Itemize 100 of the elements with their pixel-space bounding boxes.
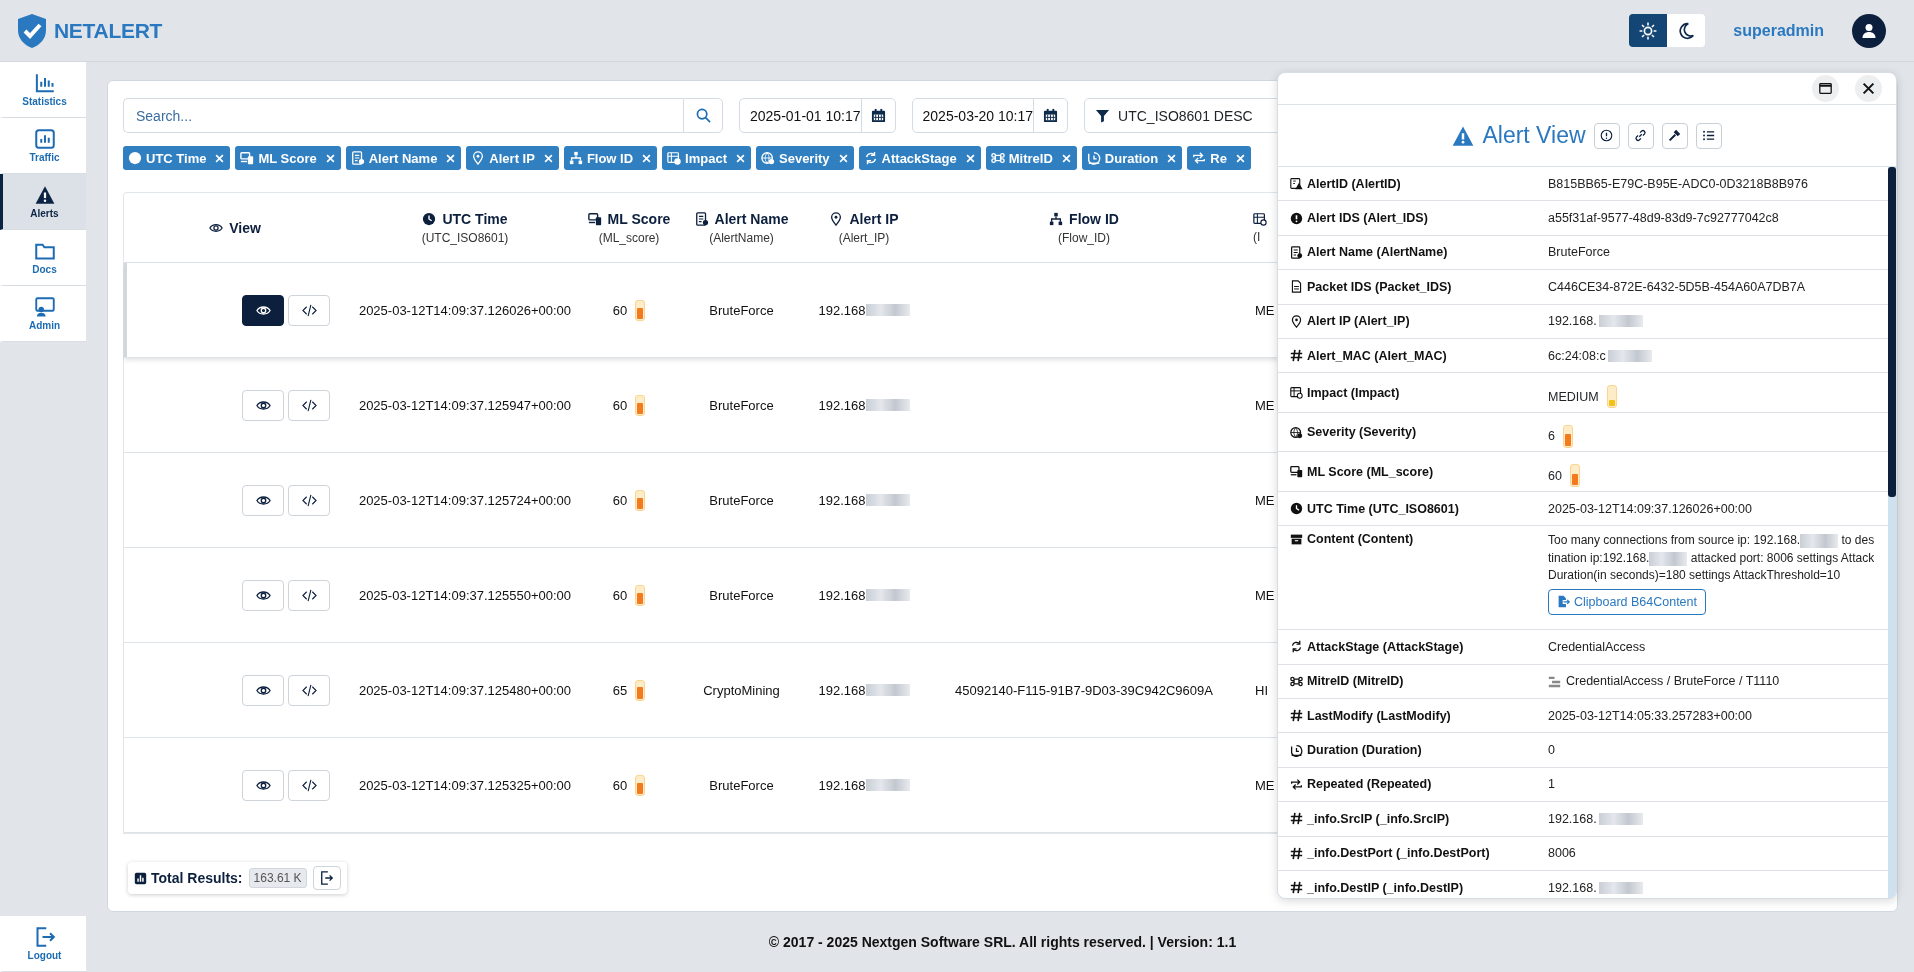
logout-button[interactable]: Logout xyxy=(0,916,86,972)
sidebar-item[interactable]: Traffic xyxy=(0,118,86,174)
code-button[interactable] xyxy=(288,579,330,611)
code-button[interactable] xyxy=(288,484,330,516)
code-button[interactable] xyxy=(288,769,330,801)
code-icon xyxy=(301,682,317,698)
column-field-name: (AlertName) xyxy=(709,230,774,245)
sidebar-item[interactable]: Admin xyxy=(0,286,86,342)
close-button[interactable] xyxy=(1855,75,1882,102)
info-icon xyxy=(1600,129,1614,142)
field-label: _info.SrcIP (_info.SrcIP) xyxy=(1307,811,1450,826)
sidebar-label: Admin xyxy=(28,319,61,331)
hammer-button[interactable] xyxy=(1661,122,1688,149)
table-cell-text: 45092140-F115-91B7-9D03-39C942C9609A xyxy=(954,682,1214,698)
remove-icon xyxy=(543,153,553,163)
timer-icon xyxy=(1086,151,1101,165)
table-icon xyxy=(1290,386,1303,400)
exclamation-icon xyxy=(1290,211,1303,225)
table-cell: 192.168 xyxy=(818,302,866,318)
column-field-name: (I xyxy=(1253,229,1261,244)
field-value: C446CE34-872E-6432-5D5B-454A60A7DB7A xyxy=(1548,279,1806,294)
cycle-icon xyxy=(1290,640,1303,654)
link-button[interactable] xyxy=(1627,122,1654,149)
sidebar-item[interactable]: Docs xyxy=(0,230,86,286)
table-cell: 60 xyxy=(612,492,628,508)
code-button[interactable] xyxy=(288,674,330,706)
table-cell-text: BruteForce xyxy=(708,492,775,508)
column-chip[interactable]: UTC Time xyxy=(123,146,231,170)
table-cell-text: 2025-03-12T14:09:37.125480+00:00 xyxy=(357,682,573,698)
table-icon xyxy=(1253,211,1267,226)
sidebar-label: Alerts xyxy=(30,207,59,219)
column-chip[interactable]: AttackStage xyxy=(858,146,981,170)
table-cell-text: CryptoMining xyxy=(702,682,781,698)
column-chip[interactable]: Alert Name xyxy=(345,146,462,170)
code-icon xyxy=(301,777,317,793)
user-avatar[interactable] xyxy=(1852,13,1886,48)
table-cell: 192.168 xyxy=(818,492,866,508)
map-pin-icon xyxy=(829,211,844,226)
sun-icon xyxy=(1639,21,1658,40)
field-label: Repeated (Repeated) xyxy=(1307,777,1432,792)
table-cell-text: 2025-03-12T14:09:37.125947+00:00 xyxy=(357,397,573,413)
light-theme-button[interactable] xyxy=(1629,14,1668,47)
field-value: 192.168. xyxy=(1548,811,1597,826)
close-icon xyxy=(1862,82,1875,95)
steps-icon xyxy=(1548,674,1561,688)
scrollbar[interactable] xyxy=(1888,167,1896,898)
window-icon xyxy=(1819,82,1832,95)
maximize-button[interactable] xyxy=(1812,75,1839,102)
sidebar-item[interactable]: Alerts xyxy=(0,174,86,230)
search-icon xyxy=(695,108,711,123)
globe-icon xyxy=(761,151,775,165)
column-chip[interactable]: Severity xyxy=(756,146,854,170)
table-cell: 60 xyxy=(612,397,628,413)
column-header: ML Score xyxy=(587,210,671,227)
code-button[interactable] xyxy=(288,389,330,421)
repeat-icon xyxy=(1192,151,1207,165)
document-icon xyxy=(1290,245,1303,259)
view-button[interactable] xyxy=(242,294,284,326)
field-value: 8006 xyxy=(1548,846,1576,861)
table-cell-text: 2025-03-12T14:09:37.125724+00:00 xyxy=(357,492,573,508)
column-header: UTC Time xyxy=(422,210,508,227)
table-cell-text: 2025-03-12T14:09:37.126026+00:00 xyxy=(357,302,573,318)
field-value: BruteForce xyxy=(1548,245,1610,260)
dark-theme-button[interactable] xyxy=(1667,14,1706,47)
column-chip[interactable]: ML Score xyxy=(235,146,341,170)
search-button[interactable] xyxy=(683,98,723,133)
remove-icon xyxy=(1167,153,1177,163)
field-value: 192.168. xyxy=(1548,880,1597,895)
field-value: B815BB65-E79C-B95E-ADC0-0D3218B8B976 xyxy=(1548,176,1808,191)
code-button[interactable] xyxy=(288,294,330,326)
search-field[interactable]: Search... xyxy=(123,98,683,133)
remove-icon xyxy=(736,153,745,163)
username-link[interactable]: superadmin xyxy=(1733,21,1824,40)
sidebar-item[interactable]: Statistics xyxy=(0,62,86,118)
code-icon xyxy=(301,492,317,508)
moon-icon xyxy=(1677,21,1696,40)
column-chip[interactable]: Re xyxy=(1187,146,1251,170)
chart-icon xyxy=(134,871,147,885)
column-field-name: (ML_score) xyxy=(598,230,660,245)
column-chip[interactable]: MitreID xyxy=(985,146,1077,170)
table-cell-text: BruteForce xyxy=(708,302,775,318)
table-cell: 192.168 xyxy=(818,777,866,793)
field-label: Severity (Severity) xyxy=(1307,425,1417,440)
list-button[interactable] xyxy=(1695,122,1722,149)
remove-icon xyxy=(1061,153,1071,163)
column-chip[interactable]: Impact xyxy=(662,146,751,170)
table-cell-text: 2025-03-12T14:09:37.125550+00:00 xyxy=(357,587,573,603)
table-cell-text: BruteForce xyxy=(708,587,775,603)
field-value: a55f31af-9577-48d9-83d9-7c92777042c8 xyxy=(1548,211,1779,226)
column-chip[interactable]: Flow ID xyxy=(563,146,658,170)
export-button[interactable] xyxy=(312,866,341,890)
map-pin-icon xyxy=(1290,314,1303,328)
hash-icon xyxy=(1290,349,1303,363)
hash-icon xyxy=(1290,812,1303,826)
column-chip[interactable]: Alert IP xyxy=(466,146,559,170)
clipboard-button[interactable]: Clipboard B64Content xyxy=(1548,588,1706,615)
column-chip[interactable]: Duration xyxy=(1081,146,1183,170)
field-label: Alert_MAC (Alert_MAC) xyxy=(1307,348,1447,363)
table-cell: 192.168 xyxy=(818,397,866,413)
info-button[interactable] xyxy=(1593,122,1620,149)
